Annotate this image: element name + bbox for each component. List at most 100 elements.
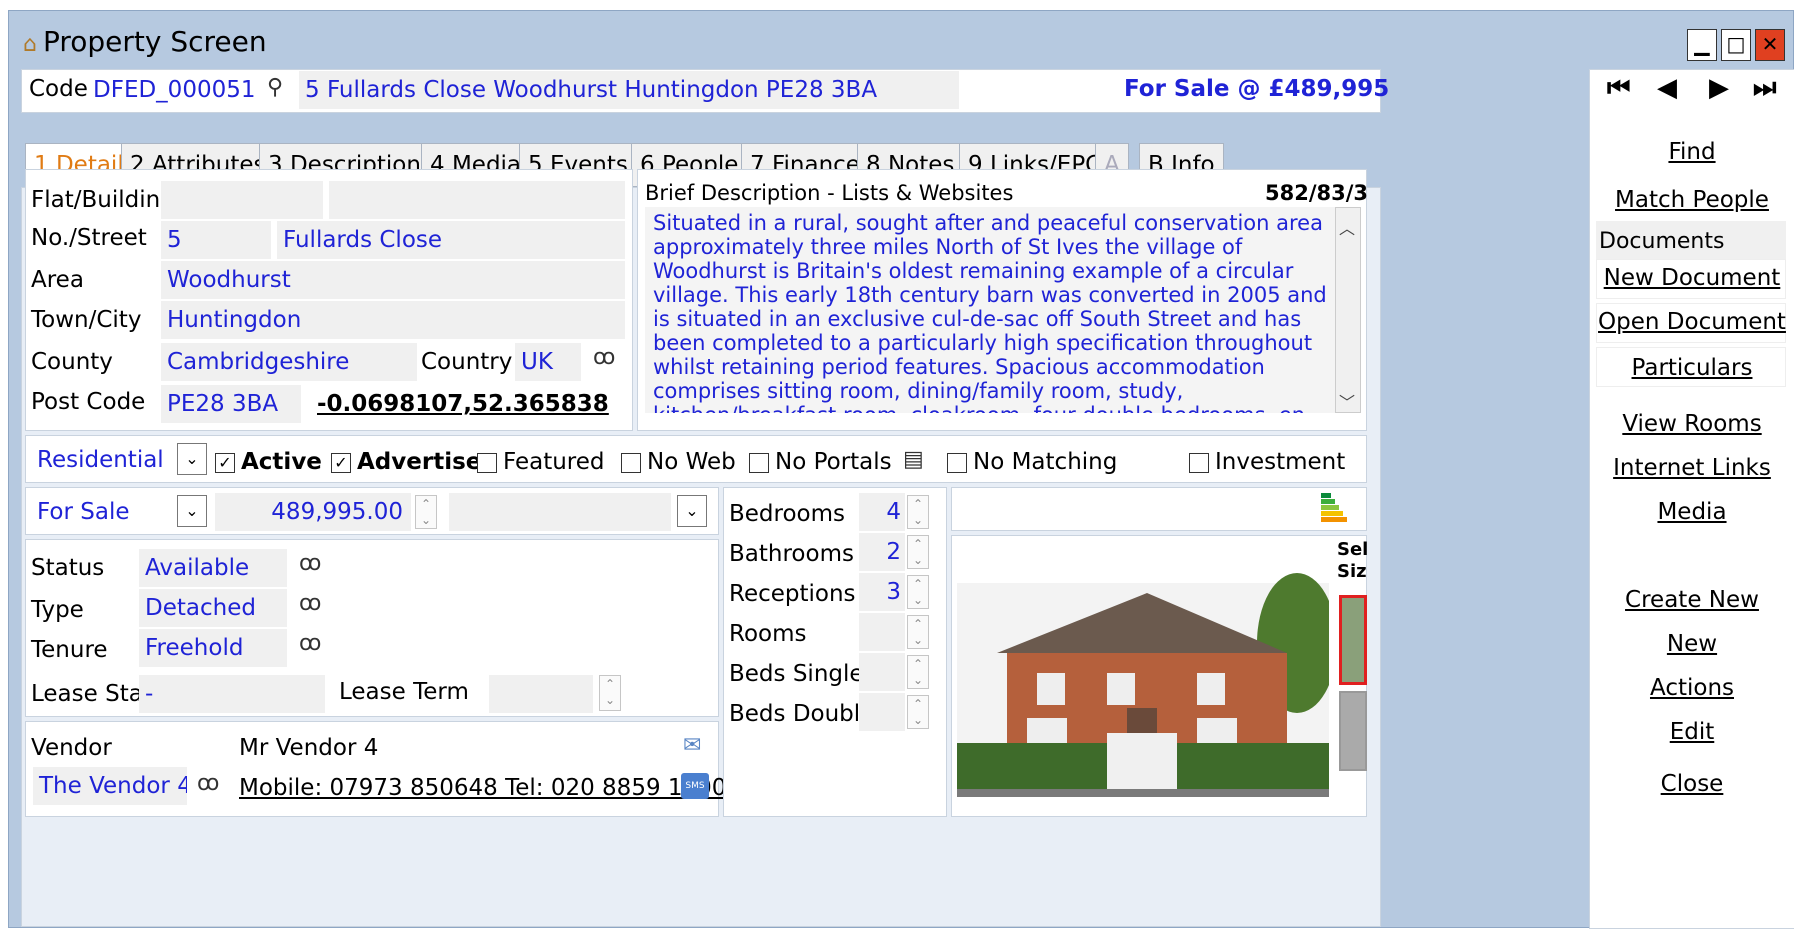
new-link[interactable]: New xyxy=(1589,631,1794,657)
window-title: ⌂ Property Screen xyxy=(23,25,267,58)
bathrooms-input[interactable]: 2 xyxy=(859,533,905,571)
view-rooms-link[interactable]: View Rooms xyxy=(1589,411,1794,437)
tenure-input[interactable]: Freehold xyxy=(139,629,287,667)
beds-double-spinner[interactable]: ⌃ ⌄ xyxy=(907,695,929,729)
category-select[interactable]: Residential xyxy=(31,441,171,479)
email-icon[interactable]: ✉ xyxy=(683,733,701,758)
glasses-icon[interactable]: ꝏ xyxy=(299,591,321,616)
epc-rating-icon[interactable] xyxy=(1321,491,1351,525)
price-input[interactable]: 489,995.00 xyxy=(215,493,411,531)
county-label: County xyxy=(31,349,113,375)
checkbox-icon xyxy=(621,452,641,473)
address-line[interactable]: 5 Fullards Close Woodhurst Huntingdon PE… xyxy=(299,71,959,109)
new-document-link[interactable]: New Document xyxy=(1589,265,1794,291)
sale-mode-dropdown-icon[interactable]: ⌄ xyxy=(177,495,207,527)
glasses-icon[interactable]: ꝏ xyxy=(299,551,321,576)
town-input[interactable]: Huntingdon xyxy=(161,301,625,339)
flat-input[interactable] xyxy=(161,181,323,219)
thumbnail-selected[interactable] xyxy=(1339,595,1367,685)
scroll-up-icon[interactable]: ︿ xyxy=(1339,215,1355,239)
building-input[interactable] xyxy=(329,181,625,219)
sale-mode-select[interactable]: For Sale xyxy=(31,493,171,531)
glasses-icon[interactable]: ꝏ xyxy=(197,771,219,796)
checkbox-icon xyxy=(1189,452,1209,473)
street-name-input[interactable]: Fullards Close xyxy=(277,221,625,259)
receptions-spinner[interactable]: ⌃ ⌄ xyxy=(907,575,929,609)
type-input[interactable]: Detached xyxy=(139,589,287,627)
price-heading: For Sale @ £489,995 xyxy=(1124,76,1390,102)
edit-link[interactable]: Edit xyxy=(1589,719,1794,745)
receptions-input[interactable]: 3 xyxy=(859,573,905,611)
lease-term-spinner[interactable]: ⌃ ⌄ xyxy=(599,675,621,711)
advertise-checkbox[interactable]: ✓ Advertise xyxy=(331,449,481,475)
price-spinner[interactable]: ⌃ ⌄ xyxy=(415,495,437,529)
tenure-label: Tenure xyxy=(31,637,108,663)
binoculars-icon[interactable]: ⚲ xyxy=(267,75,283,100)
price-qualifier-dropdown-icon[interactable]: ⌄ xyxy=(677,495,707,527)
actions-link[interactable]: Actions xyxy=(1589,675,1794,701)
rooms-spinner[interactable]: ⌃ ⌄ xyxy=(907,615,929,649)
vendor-phones[interactable]: Mobile: 07973 850648 Tel: 020 8859 1700 xyxy=(239,775,726,801)
lease-term-input[interactable] xyxy=(489,675,593,713)
status-label: Status xyxy=(31,555,105,581)
portal-settings-icon[interactable]: ▤ xyxy=(903,447,924,472)
checkbox-label: No Matching xyxy=(973,449,1118,475)
postcode-input[interactable]: PE28 3BA xyxy=(161,385,301,423)
rooms-input[interactable] xyxy=(859,613,905,651)
match-people-link[interactable]: Match People xyxy=(1589,187,1794,213)
property-photo[interactable] xyxy=(957,553,1329,797)
checkbox-icon xyxy=(947,452,967,473)
country-input[interactable]: UK xyxy=(515,343,581,381)
price-qualifier-input[interactable] xyxy=(449,493,671,531)
beds-single-input[interactable] xyxy=(859,653,905,691)
bedrooms-spinner[interactable]: ⌃ ⌄ xyxy=(907,495,929,529)
no-matching-checkbox[interactable]: No Matching xyxy=(947,449,1117,475)
lease-start-input[interactable]: - xyxy=(139,675,325,713)
beds-single-spinner[interactable]: ⌃ ⌄ xyxy=(907,655,929,689)
beds-double-input[interactable] xyxy=(859,693,905,731)
checkbox-icon xyxy=(749,452,769,473)
open-document-link[interactable]: Open Document xyxy=(1589,309,1794,335)
close-window-button[interactable]: ✕ xyxy=(1755,29,1785,61)
checkbox-label: No Portals xyxy=(775,449,892,475)
street-label: No./Street xyxy=(31,225,147,251)
particulars-link[interactable]: Particulars xyxy=(1589,355,1794,381)
glasses-icon[interactable]: ꝏ xyxy=(299,631,321,656)
photo-size-label: Sel Size xyxy=(1337,539,1367,582)
status-input[interactable]: Available xyxy=(139,549,287,587)
next-record-icon[interactable]: ▶ xyxy=(1709,73,1729,103)
checkbox-label: Advertise xyxy=(357,449,482,475)
coordinates-link[interactable]: -0.0698107,52.365838 xyxy=(317,391,609,417)
featured-checkbox[interactable]: Featured xyxy=(477,449,605,475)
maximize-button[interactable]: □ xyxy=(1721,29,1751,61)
glasses-icon[interactable]: ꝏ xyxy=(593,345,615,370)
no-web-checkbox[interactable]: No Web xyxy=(621,449,736,475)
investment-checkbox[interactable]: Investment xyxy=(1189,449,1345,475)
close-link[interactable]: Close xyxy=(1589,771,1794,797)
create-new-link[interactable]: Create New xyxy=(1589,587,1794,613)
bathrooms-spinner[interactable]: ⌃ ⌄ xyxy=(907,535,929,569)
beds-single-label: Beds Single xyxy=(729,661,864,687)
first-record-icon[interactable]: ⏮ xyxy=(1607,73,1630,104)
brief-description-text[interactable]: Situated in a rural, sought after and pe… xyxy=(645,207,1335,413)
previous-record-icon[interactable]: ◀ xyxy=(1657,73,1677,103)
last-record-icon[interactable]: ⏭ xyxy=(1753,73,1776,104)
scroll-down-icon[interactable]: ﹀ xyxy=(1339,389,1355,413)
category-dropdown-icon[interactable]: ⌄ xyxy=(177,443,207,475)
find-link[interactable]: Find xyxy=(1589,139,1794,165)
rooms-label: Rooms xyxy=(729,621,807,647)
media-link[interactable]: Media xyxy=(1589,499,1794,525)
county-input[interactable]: Cambridgeshire xyxy=(161,343,417,381)
vendor-link[interactable]: The Vendor 4 xyxy=(33,767,187,805)
street-number-input[interactable]: 5 xyxy=(161,221,271,259)
no-portals-checkbox[interactable]: No Portals xyxy=(749,449,892,475)
area-input[interactable]: Woodhurst xyxy=(161,261,625,299)
code-value[interactable]: DFED_000051 xyxy=(87,71,257,109)
active-checkbox[interactable]: ✓ Active xyxy=(215,449,322,475)
checkbox-label: Featured xyxy=(503,449,605,475)
sms-icon[interactable]: SMS xyxy=(681,773,709,799)
internet-links-link[interactable]: Internet Links xyxy=(1589,455,1794,481)
bedrooms-input[interactable]: 4 xyxy=(859,493,905,531)
thumbnail[interactable] xyxy=(1339,691,1367,771)
minimize-button[interactable]: ▁ xyxy=(1687,29,1717,61)
